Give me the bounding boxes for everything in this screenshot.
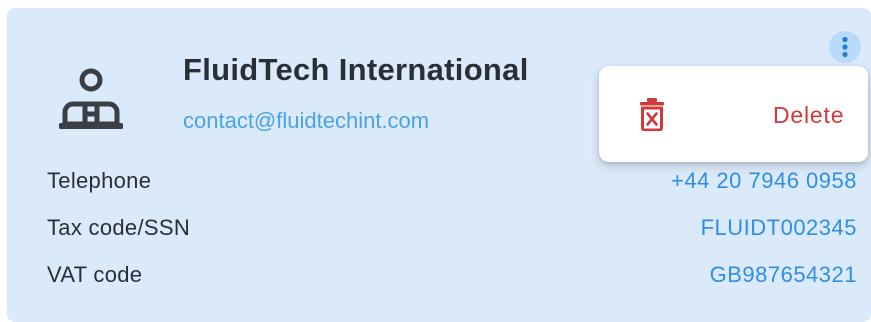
company-email-link[interactable]: contact@fluidtechint.com	[183, 108, 429, 134]
more-options-button[interactable]	[829, 31, 861, 63]
company-name: FluidTech International	[183, 52, 529, 87]
telephone-value[interactable]: +44 20 7946 0958	[671, 168, 857, 194]
detail-row-telephone: Telephone +44 20 7946 0958	[47, 168, 857, 198]
context-menu: Delete	[599, 66, 868, 162]
person-desk-icon	[58, 66, 124, 132]
detail-label: Tax code/SSN	[47, 215, 191, 240]
detail-label: VAT code	[47, 262, 143, 287]
detail-row-tax-code: Tax code/SSN FLUIDT002345	[47, 215, 857, 245]
vat-code-value[interactable]: GB987654321	[710, 262, 857, 288]
tax-code-value[interactable]: FLUIDT002345	[701, 215, 857, 241]
delete-label: Delete	[773, 102, 845, 128]
detail-row-vat-code: VAT code GB987654321	[47, 262, 857, 292]
more-vertical-icon	[842, 36, 848, 58]
delete-menu-item[interactable]: Delete	[599, 66, 868, 162]
trash-icon	[640, 98, 664, 131]
detail-label: Telephone	[47, 168, 152, 193]
contact-card: FluidTech International contact@fluidtec…	[7, 8, 871, 322]
